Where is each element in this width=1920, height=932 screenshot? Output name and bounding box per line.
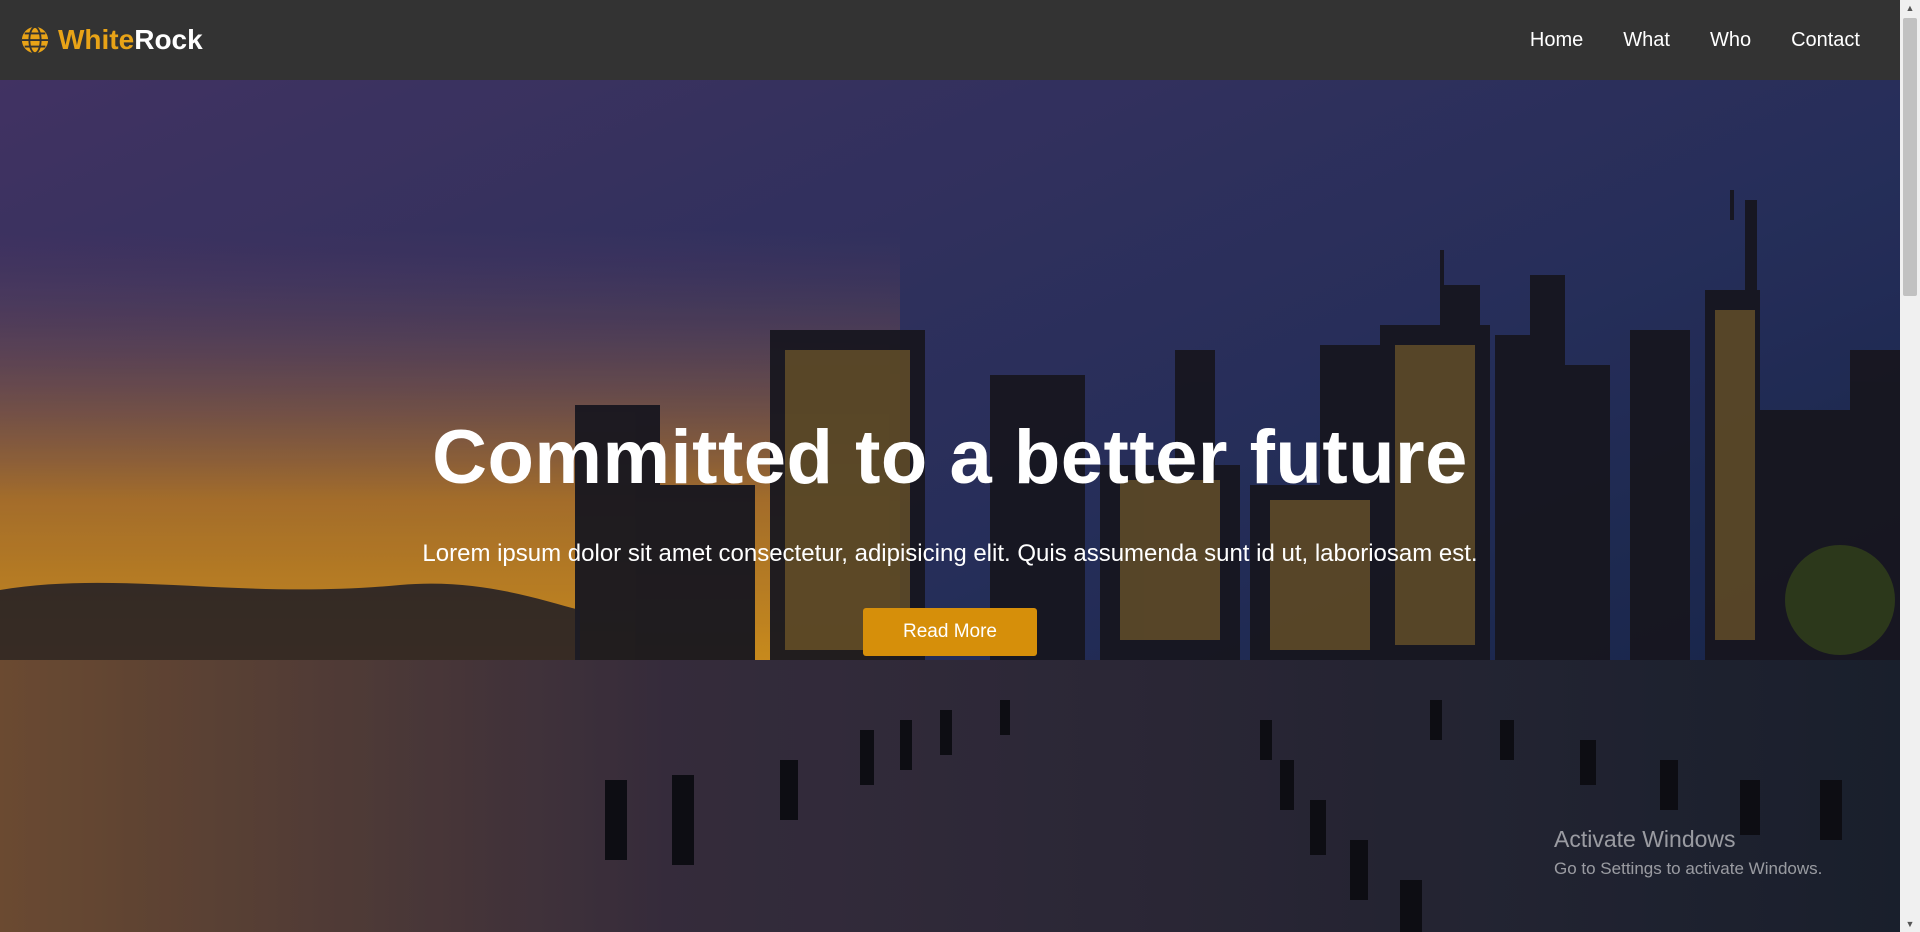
nav-link-who[interactable]: Who <box>1710 29 1751 52</box>
hero-subtitle: Lorem ipsum dolor sit amet consectetur, … <box>422 540 1478 567</box>
nav-link-contact[interactable]: Contact <box>1791 29 1860 52</box>
brand-logo[interactable]: WhiteRock <box>20 24 203 56</box>
globe-icon <box>21 25 49 55</box>
read-more-button[interactable]: Read More <box>863 608 1037 656</box>
navbar: WhiteRock Home What Who Contact <box>0 0 1900 80</box>
watermark-subtitle: Go to Settings to activate Windows. <box>1554 859 1823 878</box>
scroll-up-arrow-icon[interactable]: ▲ <box>1900 0 1920 16</box>
hero-content: Committed to a better future Lorem ipsum… <box>0 420 1900 656</box>
scroll-down-arrow-icon[interactable]: ▼ <box>1900 916 1920 932</box>
page: WhiteRock Home What Who Contact Committe… <box>0 0 1920 932</box>
watermark-title: Activate Windows <box>1554 826 1736 852</box>
brand-name-white: White <box>58 24 135 55</box>
hero-title: Committed to a better future <box>432 415 1468 500</box>
page-scrollbar[interactable]: ▲ ▼ <box>1900 0 1920 932</box>
nav-link-home[interactable]: Home <box>1530 29 1583 52</box>
nav-link-what[interactable]: What <box>1623 29 1670 52</box>
activate-windows-watermark: Activate Windows Go to Settings to activ… <box>1554 826 1822 879</box>
scrollbar-thumb[interactable] <box>1903 18 1917 296</box>
nav-menu: Home What Who Contact <box>1530 29 1880 52</box>
brand-name-rock: Rock <box>134 24 203 55</box>
hero-section: Committed to a better future Lorem ipsum… <box>0 80 1900 932</box>
